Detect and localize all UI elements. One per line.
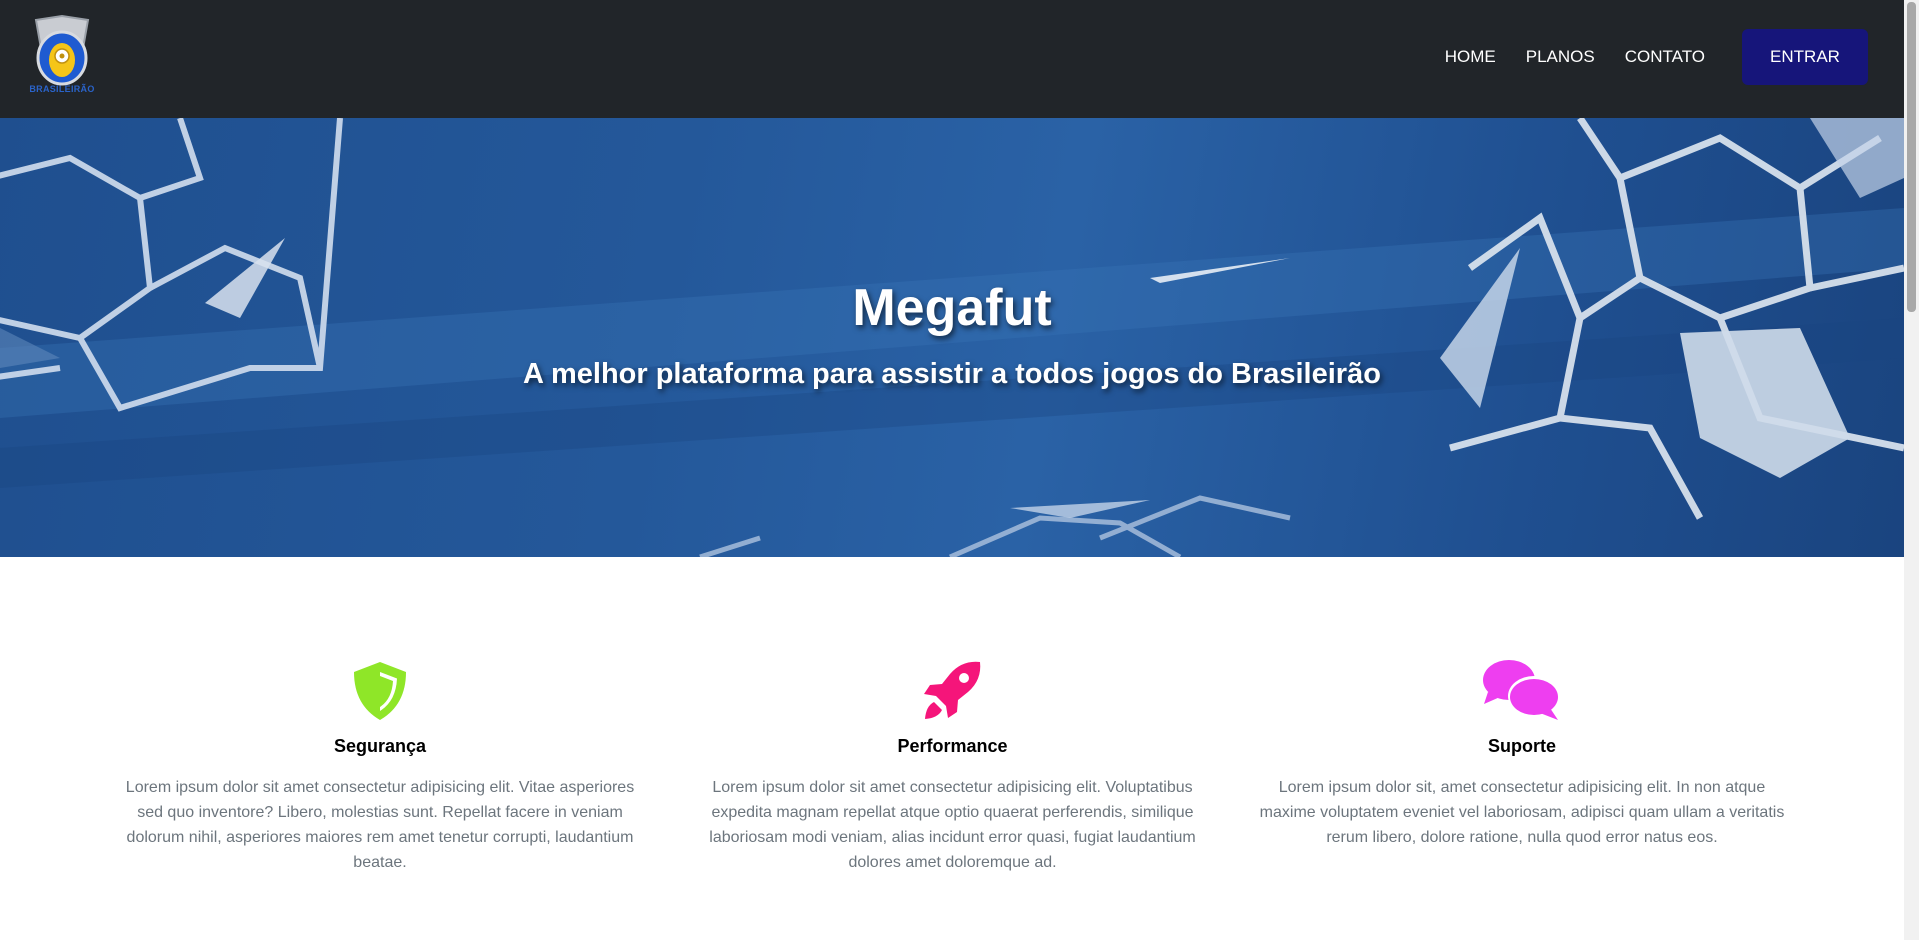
brasileirao-logo[interactable]: BRASILEIRÃO: [22, 14, 102, 100]
feature-title: Suporte: [1487, 736, 1556, 756]
feature-text: Lorem ipsum dolor sit, amet consectetur …: [1259, 779, 1785, 846]
feature-text: Lorem ipsum dolor sit amet consectetur a…: [125, 779, 635, 871]
feature-suporte: Suporte Lorem ipsum dolor sit, amet cons…: [1252, 652, 1792, 850]
nav-planos-link[interactable]: PLANOS: [1526, 47, 1595, 67]
feature-text: Lorem ipsum dolor sit amet consectetur a…: [709, 779, 1196, 871]
feature-seguranca: Segurança Lorem ipsum dolor sit amet con…: [118, 652, 642, 875]
feature-title: Segurança: [333, 736, 427, 756]
page-scrollbar[interactable]: [1904, 0, 1919, 940]
shield-icon: [118, 652, 642, 722]
feature-title: Performance: [897, 736, 1008, 756]
rocket-icon: [700, 652, 1205, 722]
hero-subtitle: A melhor plataforma para assistir a todo…: [523, 358, 1381, 390]
hero-title: Megafut: [852, 279, 1052, 337]
navbar: BRASILEIRÃO HOME PLANOS CONTATO ENTRAR: [0, 0, 1904, 118]
hero-banner: Megafut A melhor plataforma para assisti…: [0, 118, 1904, 557]
login-button[interactable]: ENTRAR: [1742, 29, 1868, 85]
logo-wordmark: BRASILEIRÃO: [29, 84, 95, 94]
nav-home-link[interactable]: HOME: [1445, 47, 1496, 67]
nav-links: HOME PLANOS CONTATO ENTRAR: [1445, 29, 1868, 85]
comments-icon: [1252, 652, 1792, 722]
nav-contato-link[interactable]: CONTATO: [1625, 47, 1705, 67]
feature-performance: Performance Lorem ipsum dolor sit amet c…: [700, 652, 1205, 875]
scrollbar-thumb[interactable]: [1907, 2, 1916, 312]
